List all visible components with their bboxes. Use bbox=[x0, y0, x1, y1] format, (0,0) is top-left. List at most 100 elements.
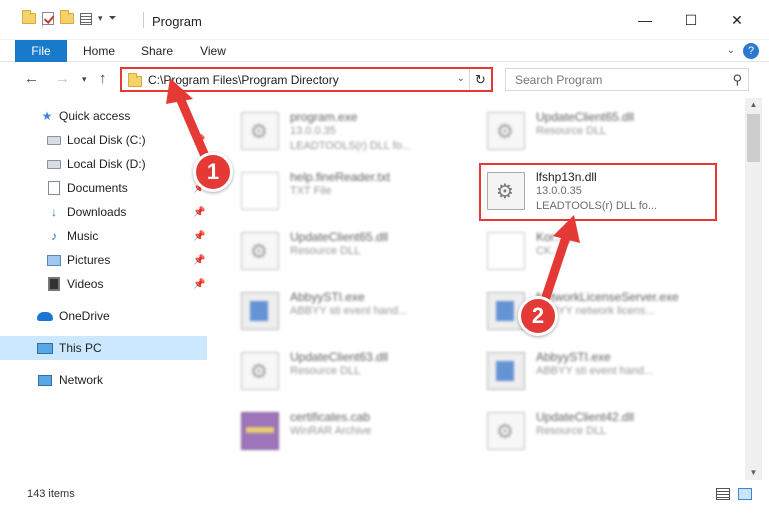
pin-icon[interactable]: 📌 bbox=[193, 279, 205, 290]
sidebar-item-label: Videos bbox=[67, 277, 104, 291]
sidebar-item-label: Music bbox=[67, 229, 99, 243]
file-name: UpdateClient65.dll bbox=[290, 230, 389, 244]
scroll-up-arrow-icon[interactable]: ▲ bbox=[745, 98, 762, 112]
refresh-icon[interactable]: ↻ bbox=[469, 69, 491, 90]
sidebar-item-label: Pictures bbox=[67, 253, 111, 267]
file-detail: TXT File bbox=[290, 185, 332, 197]
file-detail: Resource DLL bbox=[536, 125, 607, 137]
step-badge-1: 1 bbox=[193, 152, 233, 192]
address-dropdown-icon[interactable]: ⌄ bbox=[457, 73, 465, 84]
file-item[interactable]: program.exe 13.0.0.35 LEADTOOLS(r) DLL f… bbox=[215, 104, 465, 154]
file-item[interactable]: UpdateClient63.dll Resource DLL bbox=[215, 344, 465, 394]
sidebar-item-videos[interactable]: Videos 📌 bbox=[0, 272, 207, 296]
dll-file-icon bbox=[487, 112, 525, 150]
chevron-down-icon[interactable]: ▾ bbox=[98, 13, 103, 24]
sidebar-item-this-pc[interactable]: This PC bbox=[0, 336, 207, 360]
file-item[interactable]: help.fineReader.txt TXT File bbox=[215, 164, 465, 214]
sidebar-item-label: This PC bbox=[59, 341, 102, 355]
file-item[interactable]: certificates.cab WinRAR Archive bbox=[215, 404, 465, 454]
tab-home[interactable]: Home bbox=[78, 40, 120, 62]
file-name: help.fineReader.txt bbox=[290, 170, 391, 184]
file-item[interactable]: UpdateClient65.dll Resource DLL bbox=[461, 104, 711, 154]
music-icon: ♪ bbox=[51, 229, 57, 243]
search-icon[interactable]: ⚲ bbox=[732, 72, 742, 88]
sidebar-item-label: Downloads bbox=[67, 205, 127, 219]
file-detail: Resource DLL bbox=[290, 365, 361, 377]
tab-file[interactable]: File bbox=[15, 40, 67, 62]
folder-icon bbox=[128, 73, 142, 87]
file-detail: ABBYY sti event hand... bbox=[536, 365, 654, 377]
file-name: AbbyySTI.exe bbox=[536, 350, 611, 364]
sidebar-item-local-disk-c[interactable]: Local Disk (C:) 📌 bbox=[0, 128, 207, 152]
file-item[interactable]: NetworkLicenseServer.exe ABBYY network l… bbox=[461, 284, 711, 334]
computer-icon bbox=[37, 340, 53, 356]
new-folder-icon[interactable] bbox=[60, 10, 74, 24]
tiles-view-icon[interactable] bbox=[738, 488, 752, 500]
properties-check-icon[interactable] bbox=[42, 12, 54, 25]
tab-view[interactable]: View bbox=[194, 40, 232, 62]
sidebar-item-documents[interactable]: Documents 📌 bbox=[0, 176, 207, 200]
close-button[interactable]: ✕ bbox=[714, 0, 760, 40]
file-item[interactable]: UpdateClient42.dll Resource DLL bbox=[461, 404, 711, 454]
help-button[interactable]: ? bbox=[743, 43, 759, 59]
file-detail: CK... bbox=[536, 245, 561, 257]
sidebar-item-downloads[interactable]: ↓ Downloads 📌 bbox=[0, 200, 207, 224]
customize-qat-icon[interactable]: ⏷ bbox=[109, 13, 117, 24]
scroll-down-arrow-icon[interactable]: ▼ bbox=[745, 466, 762, 480]
address-bar[interactable]: C:\Program Files\Program Directory ⌄ ↻ bbox=[120, 67, 493, 92]
dll-file-icon bbox=[241, 232, 279, 270]
search-input[interactable]: Search Program ⚲ bbox=[505, 68, 749, 91]
forward-arrow-icon[interactable]: → bbox=[55, 70, 70, 87]
address-path[interactable]: C:\Program Files\Program Directory bbox=[148, 73, 339, 87]
file-detail: 13.0.0.35 bbox=[290, 125, 336, 137]
pin-icon[interactable]: 📌 bbox=[193, 207, 205, 218]
file-item[interactable]: Kor....jk CK... bbox=[461, 224, 711, 274]
sidebar-item-network[interactable]: Network bbox=[0, 368, 207, 392]
sidebar-item-label: Documents bbox=[67, 181, 128, 195]
file-detail: WinRAR Archive bbox=[290, 425, 372, 437]
file-item[interactable]: AbbyySTI.exe ABBYY sti event hand... bbox=[461, 344, 711, 394]
navigation-pane: ★ Quick access Local Disk (C:) 📌 Local D… bbox=[0, 98, 207, 480]
sidebar-item-local-disk-d[interactable]: Local Disk (D:) 📌 bbox=[0, 152, 207, 176]
properties-icon[interactable] bbox=[80, 12, 92, 25]
minimize-button[interactable]: — bbox=[622, 0, 668, 40]
videos-icon bbox=[46, 276, 62, 292]
window-title: Program bbox=[152, 14, 202, 29]
vertical-scrollbar[interactable]: ▲ ▼ bbox=[745, 98, 762, 480]
sidebar-item-quick-access[interactable]: ★ Quick access bbox=[0, 104, 207, 128]
sidebar-item-label: OneDrive bbox=[59, 309, 110, 323]
pin-icon[interactable]: 📌 bbox=[193, 231, 205, 242]
star-icon: ★ bbox=[41, 109, 53, 123]
back-arrow-icon[interactable]: ← bbox=[24, 70, 39, 87]
dll-file-icon bbox=[487, 412, 525, 450]
sidebar-item-pictures[interactable]: Pictures 📌 bbox=[0, 248, 207, 272]
drive-icon bbox=[46, 156, 62, 172]
file-detail: Resource DLL bbox=[290, 245, 361, 257]
tab-share[interactable]: Share bbox=[136, 40, 178, 62]
file-item[interactable]: AbbyySTI.exe ABBYY sti event hand... bbox=[215, 284, 465, 334]
drive-icon bbox=[46, 132, 62, 148]
up-arrow-icon[interactable]: ↑ bbox=[99, 70, 107, 87]
exe-file-icon bbox=[241, 292, 279, 330]
downloads-icon: ↓ bbox=[51, 205, 57, 219]
pictures-icon bbox=[46, 252, 62, 268]
file-name: NetworkLicenseServer.exe bbox=[536, 290, 679, 304]
recent-locations-chevron-icon[interactable]: ▾ bbox=[82, 74, 87, 85]
pin-icon[interactable]: 📌 bbox=[193, 135, 205, 146]
sidebar-item-label: Local Disk (C:) bbox=[67, 133, 146, 147]
details-view-icon[interactable] bbox=[716, 488, 730, 500]
pin-icon[interactable]: 📌 bbox=[193, 255, 205, 266]
file-detail: LEADTOOLS(r) DLL fo... bbox=[290, 140, 412, 152]
sidebar-item-music[interactable]: ♪ Music 📌 bbox=[0, 224, 207, 248]
file-name: UpdateClient42.dll bbox=[536, 410, 635, 424]
file-item[interactable]: UpdateClient65.dll Resource DLL bbox=[215, 224, 465, 274]
sidebar-item-onedrive[interactable]: OneDrive bbox=[0, 304, 207, 328]
file-name: Kor....jk bbox=[536, 230, 577, 244]
divider bbox=[143, 12, 144, 28]
quick-access-toolbar: ▾ ⏷ bbox=[22, 10, 117, 28]
maximize-button[interactable]: ☐ bbox=[668, 0, 714, 40]
status-bar: 143 items bbox=[0, 480, 769, 508]
scrollbar-thumb[interactable] bbox=[747, 114, 760, 162]
folder-icon[interactable] bbox=[22, 10, 36, 24]
expand-ribbon-icon[interactable]: ⌄ bbox=[727, 45, 735, 56]
